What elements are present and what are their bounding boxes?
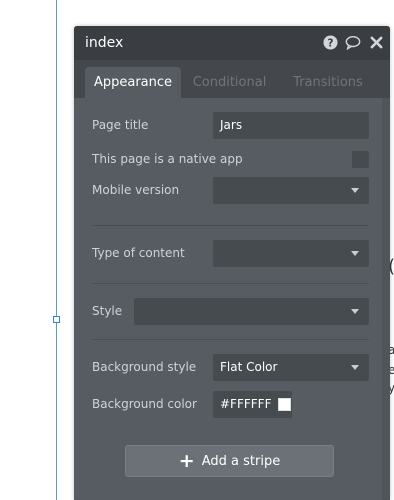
svg-text:?: ?: [327, 37, 333, 49]
header-icons: ?: [322, 34, 384, 50]
tab-appearance[interactable]: Appearance: [85, 67, 181, 98]
add-stripe-button[interactable]: + Add a stripe: [125, 445, 334, 477]
style-label: Style: [92, 304, 123, 318]
mobile-version-row: Mobile version: [92, 175, 369, 205]
panel-title: index: [85, 35, 124, 51]
background-style-row: Background style Flat Color: [92, 352, 369, 382]
background-color-value: #FFFFFF: [220, 397, 272, 411]
property-editor-panel: index ? Appearance Conditional Transitio…: [74, 26, 390, 500]
panel-body: Page title Jars This page is a native ap…: [74, 98, 390, 419]
type-of-content-dropdown[interactable]: [213, 239, 369, 267]
type-of-content-label: Type of content: [92, 246, 185, 260]
background-style-value: Flat Color: [220, 360, 278, 374]
tab-bar: Appearance Conditional Transitions: [74, 60, 390, 98]
mobile-version-dropdown[interactable]: [213, 176, 369, 204]
style-row: Style: [92, 296, 369, 326]
page-title-row: Page title Jars: [92, 110, 369, 140]
selection-guide-line: [56, 0, 57, 500]
mobile-version-label: Mobile version: [92, 183, 180, 197]
style-dropdown[interactable]: [134, 297, 369, 325]
page-title-input[interactable]: Jars: [213, 111, 369, 139]
chevron-down-icon: [351, 364, 359, 370]
native-app-row: This page is a native app: [92, 147, 369, 171]
native-app-checkbox[interactable]: [352, 150, 369, 168]
page-settings-section: Page title Jars This page is a native ap…: [92, 98, 369, 226]
selection-handle[interactable]: [53, 316, 60, 323]
style-section: Style: [92, 284, 369, 340]
background-color-label: Background color: [92, 397, 197, 411]
help-icon[interactable]: ?: [322, 34, 338, 50]
background-color-picker[interactable]: #FFFFFF: [213, 390, 292, 418]
close-icon[interactable]: [368, 34, 384, 50]
panel-header[interactable]: index ?: [74, 26, 390, 60]
tab-transitions[interactable]: Transitions: [278, 67, 378, 98]
background-style-dropdown[interactable]: Flat Color: [213, 353, 369, 381]
chevron-down-icon: [351, 250, 359, 256]
background-section: Background style Flat Color Background c…: [92, 340, 369, 419]
tab-conditional[interactable]: Conditional: [181, 67, 278, 98]
content-type-section: Type of content: [92, 226, 369, 284]
background-color-row: Background color #FFFFFF: [92, 389, 369, 419]
color-swatch[interactable]: [278, 397, 292, 411]
chevron-down-icon: [351, 308, 359, 314]
native-app-label: This page is a native app: [92, 152, 243, 166]
add-stripe-label: Add a stripe: [201, 453, 281, 469]
page-title-label: Page title: [92, 118, 149, 132]
comment-icon[interactable]: [345, 34, 361, 50]
background-style-label: Background style: [92, 360, 197, 374]
type-of-content-row: Type of content: [92, 238, 369, 268]
plus-icon: +: [178, 449, 195, 472]
chevron-down-icon: [351, 187, 359, 193]
